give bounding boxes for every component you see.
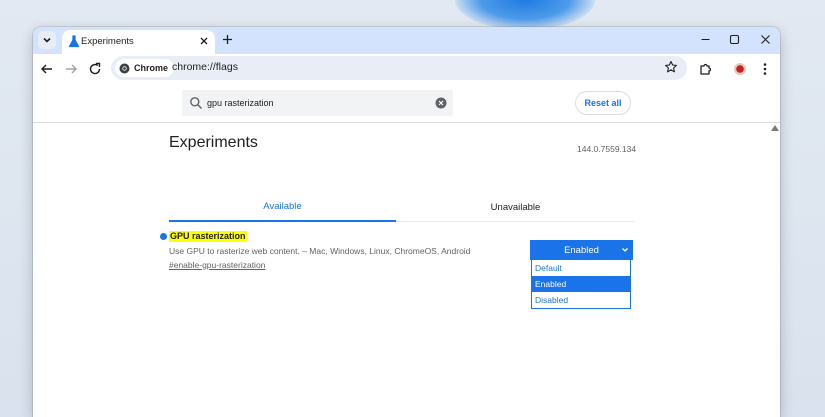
reset-all-button[interactable]: Reset all — [575, 91, 631, 115]
plus-icon[interactable] — [221, 33, 234, 46]
url-text[interactable]: chrome://flags — [172, 61, 238, 73]
close-icon[interactable] — [759, 33, 772, 46]
page-title: Experiments — [169, 134, 258, 151]
maximize-icon[interactable] — [728, 33, 741, 46]
flag-tabs: Available Unavailable — [169, 193, 635, 222]
chip-label: Chrome — [134, 63, 169, 73]
close-icon[interactable] — [198, 35, 210, 47]
browser-window: Experiments Chrome chrome://flags gpu ra… — [33, 27, 780, 417]
reload-icon[interactable] — [87, 61, 103, 77]
chevron-down-icon — [622, 248, 628, 252]
tab-experiments[interactable]: Experiments — [62, 30, 215, 54]
toolbar: Chrome chrome://flags — [33, 54, 780, 84]
forward-icon[interactable] — [63, 61, 79, 77]
search-icon — [190, 97, 202, 109]
profile-icon[interactable] — [732, 61, 748, 77]
option-disabled[interactable]: Disabled — [532, 292, 630, 308]
experiments-icon — [68, 35, 80, 48]
clear-icon[interactable] — [435, 97, 447, 109]
chrome-icon — [119, 63, 130, 73]
version-label: 144.0.7559.134 — [577, 144, 637, 154]
tab-search-button[interactable] — [38, 31, 56, 49]
tab-available[interactable]: Available — [169, 193, 396, 222]
flag-state-select[interactable]: Enabled — [530, 240, 633, 260]
flag-permalink[interactable]: #enable-gpu-rasterization — [169, 260, 265, 270]
flag-state-options: Default Enabled Disabled — [531, 259, 631, 309]
tab-title: Experiments — [81, 36, 134, 47]
title-bar: Experiments — [33, 27, 780, 54]
select-value: Enabled — [564, 244, 599, 256]
back-icon[interactable] — [39, 61, 55, 77]
scroll-up-arrow[interactable] — [771, 125, 779, 131]
flag-search-input[interactable] — [207, 94, 427, 112]
site-info-chip[interactable]: Chrome — [115, 59, 175, 77]
chevron-down-icon — [43, 37, 51, 43]
omnibox[interactable]: Chrome chrome://flags — [111, 56, 687, 80]
extensions-icon[interactable] — [698, 61, 714, 77]
modified-indicator — [160, 233, 167, 240]
tab-unavailable[interactable]: Unavailable — [396, 193, 635, 222]
flags-header: Reset all — [33, 84, 780, 123]
minimize-icon[interactable] — [699, 33, 712, 46]
star-icon[interactable] — [664, 60, 678, 74]
flag-search-box — [182, 90, 453, 116]
option-default[interactable]: Default — [532, 260, 630, 276]
flag-name: GPU rasterization — [169, 231, 247, 242]
option-enabled[interactable]: Enabled — [532, 276, 630, 292]
menu-icon[interactable] — [757, 61, 773, 77]
flag-description: Use GPU to rasterize web content. – Mac,… — [169, 246, 471, 256]
wallpaper-glow — [455, 0, 595, 30]
flags-page: Reset all Experiments 144.0.7559.134 Ava… — [33, 84, 780, 417]
